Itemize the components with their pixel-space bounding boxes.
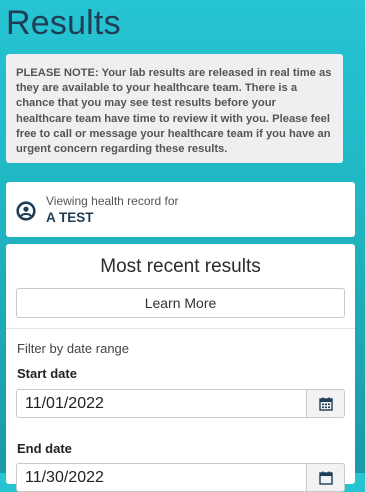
patient-name: A TEST (46, 210, 94, 225)
end-date-label: End date (17, 441, 72, 456)
end-date-calendar-button[interactable] (307, 463, 345, 492)
recent-results-card: Most recent results Learn More Filter by… (6, 244, 355, 492)
results-title: Most recent results (100, 256, 261, 277)
learn-more-button[interactable]: Learn More (16, 288, 345, 318)
health-record-card: Viewing health record for A TEST (6, 182, 355, 237)
user-circle-icon (16, 201, 36, 221)
lab-results-notice: PLEASE NOTE: Your lab results are releas… (6, 54, 343, 163)
start-date-label: Start date (17, 366, 77, 381)
filter-label: Filter by date range (17, 341, 130, 356)
page-title: Results (6, 4, 121, 42)
divider (6, 328, 355, 329)
calendar-icon (318, 397, 333, 411)
record-label: Viewing health record for (46, 194, 179, 208)
end-date-input[interactable] (16, 463, 307, 492)
notice-text: PLEASE NOTE: Your lab results are releas… (16, 67, 332, 156)
start-date-input[interactable] (16, 389, 307, 418)
start-date-calendar-button[interactable] (307, 389, 345, 418)
